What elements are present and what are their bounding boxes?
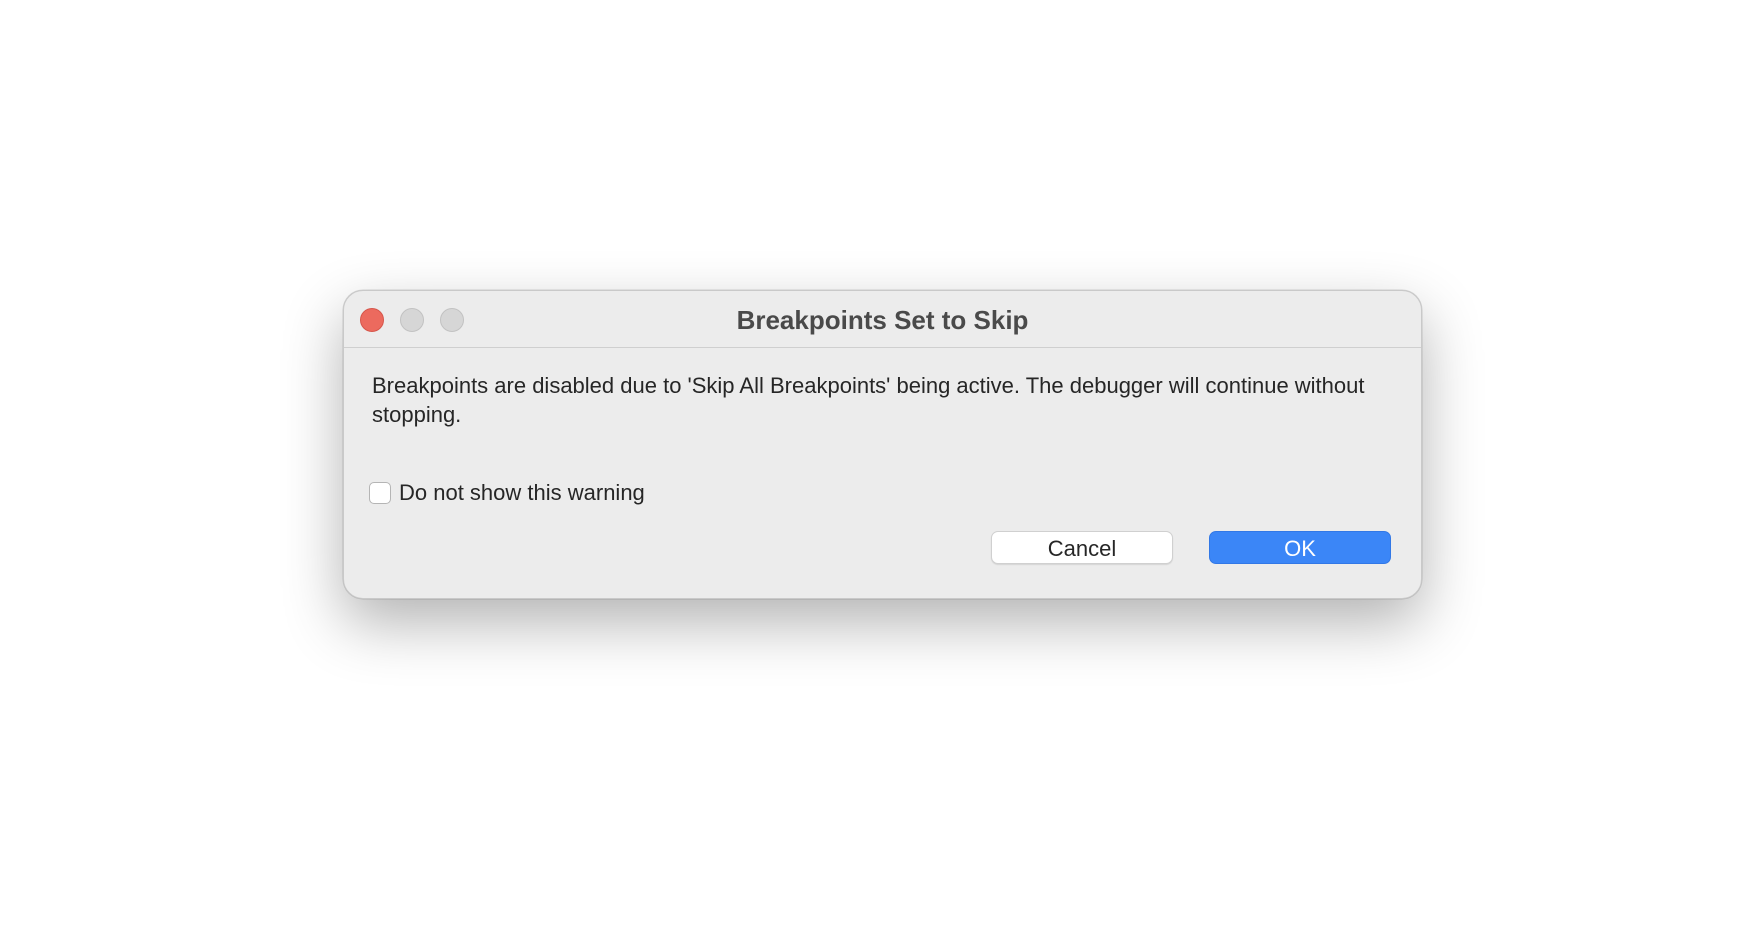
dialog-message: Breakpoints are disabled due to 'Skip Al… <box>372 373 1365 427</box>
title-bar: Breakpoints Set to Skip <box>344 291 1421 348</box>
ok-button[interactable]: OK <box>1209 531 1391 564</box>
cancel-button[interactable]: Cancel <box>991 531 1173 564</box>
do-not-show-warning-row[interactable]: Do not show this warning <box>369 480 645 506</box>
do-not-show-warning-checkbox[interactable] <box>369 482 391 504</box>
do-not-show-warning-label[interactable]: Do not show this warning <box>399 480 645 506</box>
warning-dialog: Breakpoints Set to Skip Breakpoints are … <box>343 290 1422 599</box>
dialog-title: Breakpoints Set to Skip <box>736 305 1029 335</box>
